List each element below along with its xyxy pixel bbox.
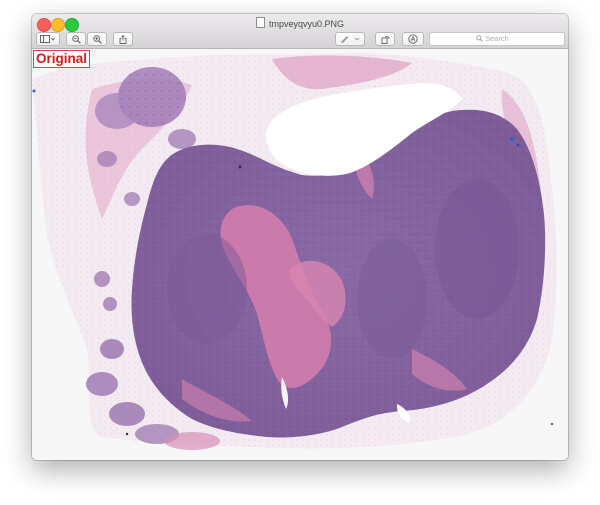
window-title: tmpveyqvyu0.PNG [268, 19, 345, 29]
histology-image [32, 49, 568, 460]
search-field-inner: Search [476, 33, 509, 45]
zoom-in-icon [92, 34, 102, 44]
zoom-out-button[interactable] [66, 32, 86, 46]
title-bar: tmpveyqvyu0.PNG Search [32, 14, 568, 49]
share-button[interactable] [113, 32, 133, 46]
rotate-button[interactable] [375, 32, 395, 46]
image-viewer-content[interactable]: Original [32, 49, 568, 460]
window-title-area: tmpveyqvyu0.PNG [32, 17, 568, 31]
rotate-icon [381, 35, 390, 44]
search-field[interactable]: Search [429, 32, 565, 46]
original-label: Original [33, 50, 91, 68]
sidebar-toggle-icon [40, 35, 55, 43]
markup-button[interactable] [335, 32, 365, 46]
sidebar-toggle-button[interactable] [36, 32, 60, 46]
preview-window: tmpveyqvyu0.PNG Search Original [32, 14, 568, 460]
annotate-icon [408, 34, 418, 44]
document-icon [255, 17, 265, 28]
search-icon [476, 35, 483, 42]
markup-pen-icon [341, 36, 360, 43]
share-icon [119, 34, 127, 44]
zoom-in-button[interactable] [87, 32, 107, 46]
search-placeholder: Search [485, 34, 509, 43]
annotate-button[interactable] [402, 32, 424, 46]
zoom-out-icon [71, 34, 81, 44]
